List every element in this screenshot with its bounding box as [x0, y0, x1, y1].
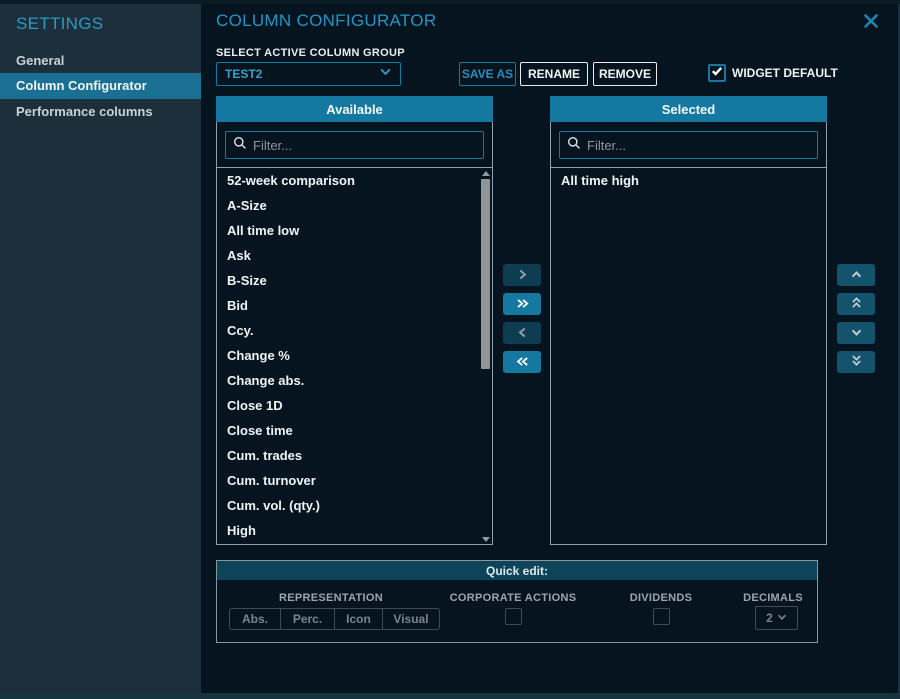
- scroll-up-icon[interactable]: [480, 169, 491, 177]
- representation-option-icon[interactable]: Icon: [334, 609, 382, 629]
- quick-edit-section: Quick edit: REPRESENTATION CORPORATE ACT…: [216, 560, 818, 643]
- selected-panel-body: All time high: [550, 122, 827, 545]
- available-panel: Available 52-week comparisonA-SizeAll ti…: [216, 96, 493, 545]
- list-item-change[interactable]: Change %: [217, 343, 492, 368]
- double-chevron-right-icon: [516, 297, 529, 312]
- list-item-ask[interactable]: Ask: [217, 243, 492, 268]
- window-bottom-edge: [0, 693, 900, 699]
- list-item-cum-turnover[interactable]: Cum. turnover: [217, 468, 492, 493]
- double-chevron-down-icon: [851, 354, 862, 370]
- list-item-change-abs[interactable]: Change abs.: [217, 368, 492, 393]
- available-filter-input[interactable]: [253, 138, 476, 153]
- decimals-select[interactable]: 2: [755, 606, 798, 630]
- search-icon: [567, 136, 587, 155]
- double-chevron-up-icon: [851, 296, 862, 312]
- settings-title: SETTINGS: [0, 4, 201, 34]
- decimals-value: 2: [766, 611, 773, 625]
- list-item-close-time[interactable]: Close time: [217, 418, 492, 443]
- corporate-actions-checkbox[interactable]: [505, 608, 522, 625]
- double-chevron-left-icon: [516, 355, 529, 370]
- available-list: 52-week comparisonA-SizeAll time lowAskB…: [217, 168, 492, 544]
- list-item-all-time-low[interactable]: All time low: [217, 218, 492, 243]
- chevron-left-icon: [517, 326, 528, 341]
- move-all-left-button[interactable]: [503, 351, 541, 373]
- list-item-b-size[interactable]: B-Size: [217, 268, 492, 293]
- reorder-buttons: [837, 264, 875, 380]
- available-panel-body: 52-week comparisonA-SizeAll time lowAskB…: [216, 122, 493, 545]
- selected-panel-title: Selected: [550, 96, 827, 122]
- settings-sidebar: SETTINGS GeneralColumn ConfiguratorPerfo…: [0, 4, 201, 693]
- close-icon[interactable]: [862, 12, 880, 30]
- scroll-down-icon[interactable]: [480, 535, 491, 543]
- chevron-down-icon: [851, 326, 862, 341]
- dividends-label: DIVIDENDS: [630, 592, 693, 604]
- sidebar-item-general[interactable]: General: [0, 48, 201, 73]
- widget-default-checkbox[interactable]: [708, 64, 726, 82]
- sidebar-item-column-configurator[interactable]: Column Configurator: [0, 73, 201, 99]
- scrollbar-thumb[interactable]: [481, 179, 490, 369]
- move-all-right-button[interactable]: [503, 293, 541, 315]
- representation-option-visual[interactable]: Visual: [382, 609, 439, 629]
- list-item-bid[interactable]: Bid: [217, 293, 492, 318]
- move-right-button[interactable]: [503, 264, 541, 286]
- list-item-high[interactable]: High: [217, 518, 492, 543]
- move-to-bottom-button[interactable]: [837, 351, 875, 373]
- available-scrollbar: [480, 169, 491, 543]
- selected-filter-input[interactable]: [587, 138, 810, 153]
- transfer-buttons: [503, 264, 541, 380]
- representation-toggle-group: Abs.Perc.IconVisual: [229, 608, 440, 630]
- available-panel-title: Available: [216, 96, 493, 122]
- sidebar-item-performance-columns[interactable]: Performance columns: [0, 99, 201, 124]
- decimals-label: DECIMALS: [743, 592, 803, 604]
- widget-default-label: WIDGET DEFAULT: [732, 66, 838, 80]
- active-column-group-label: SELECT ACTIVE COLUMN GROUP: [216, 47, 405, 59]
- chevron-right-icon: [517, 268, 528, 283]
- list-item-cum-trades[interactable]: Cum. trades: [217, 443, 492, 468]
- representation-option-perc[interactable]: Perc.: [280, 609, 334, 629]
- representation-label: REPRESENTATION: [279, 592, 383, 604]
- list-item-cum-vol-qty[interactable]: Cum. vol. (qty.): [217, 493, 492, 518]
- save-as-button[interactable]: SAVE AS: [459, 62, 516, 86]
- settings-nav: GeneralColumn ConfiguratorPerformance co…: [0, 48, 201, 124]
- list-item-a-size[interactable]: A-Size: [217, 193, 492, 218]
- column-configurator-panel: COLUMN CONFIGURATOR SELECT ACTIVE COLUMN…: [201, 4, 900, 693]
- chevron-down-icon: [777, 611, 787, 625]
- remove-button[interactable]: REMOVE: [593, 62, 657, 86]
- dividends-checkbox[interactable]: [653, 608, 670, 625]
- list-item-52-week-comparison[interactable]: 52-week comparison: [217, 168, 492, 193]
- list-item-ccy[interactable]: Ccy.: [217, 318, 492, 343]
- quick-edit-title: Quick edit:: [217, 561, 817, 580]
- selected-list: All time high: [551, 168, 826, 544]
- column-group-select[interactable]: TEST2: [216, 62, 401, 86]
- corporate-actions-label: CORPORATE ACTIONS: [450, 592, 577, 604]
- selected-panel: Selected All time high: [550, 96, 827, 545]
- search-icon: [233, 136, 253, 155]
- checkmark-icon: [711, 64, 723, 82]
- move-up-button[interactable]: [837, 264, 875, 286]
- rename-button[interactable]: RENAME: [520, 62, 588, 86]
- move-left-button[interactable]: [503, 322, 541, 344]
- list-item-all-time-high[interactable]: All time high: [551, 168, 826, 193]
- move-to-top-button[interactable]: [837, 293, 875, 315]
- available-filter: [225, 131, 484, 159]
- selected-filter: [559, 131, 818, 159]
- representation-option-abs[interactable]: Abs.: [230, 609, 280, 629]
- chevron-up-icon: [851, 268, 862, 283]
- page-title: COLUMN CONFIGURATOR: [216, 11, 436, 31]
- column-group-value: TEST2: [225, 67, 262, 81]
- list-item-close-1d[interactable]: Close 1D: [217, 393, 492, 418]
- move-down-button[interactable]: [837, 322, 875, 344]
- chevron-down-icon: [379, 65, 392, 83]
